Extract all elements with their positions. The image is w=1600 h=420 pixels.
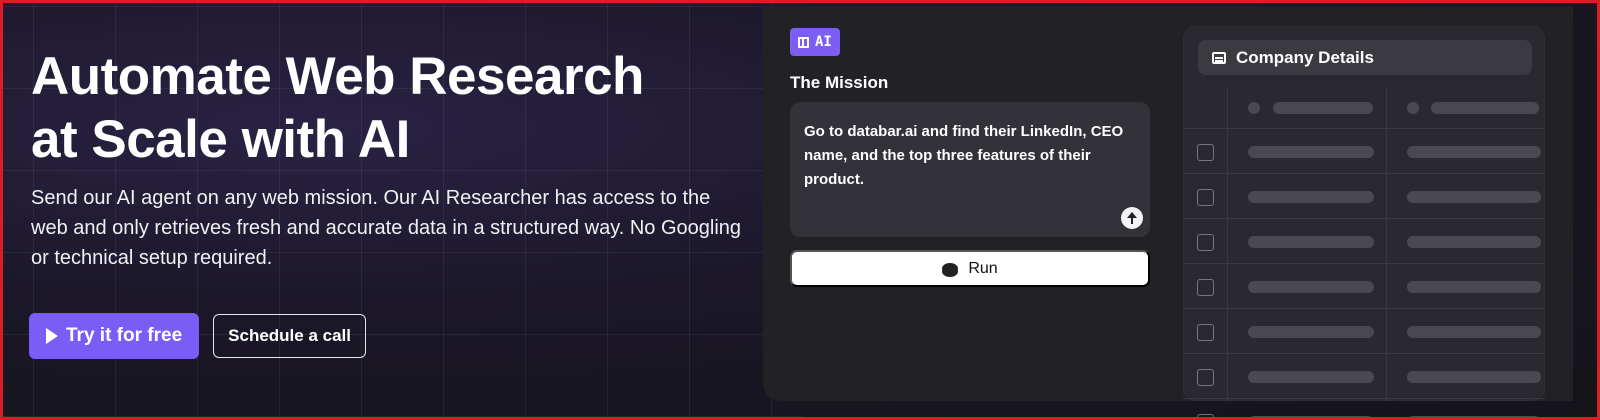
- mission-text: Go to databar.ai and find their LinkedIn…: [804, 123, 1124, 188]
- table-row-divider: [1183, 353, 1545, 354]
- send-arrow-button[interactable]: [1121, 207, 1143, 229]
- column-header-placeholder: [1431, 102, 1539, 114]
- hero-section: Automate Web Research at Scale with AI S…: [31, 45, 771, 273]
- cell-placeholder: [1248, 146, 1374, 158]
- table-icon: [1212, 51, 1226, 64]
- run-label: Run: [968, 259, 998, 277]
- cell-placeholder: [1248, 326, 1374, 338]
- cell-placeholder: [1407, 326, 1541, 338]
- table-row-divider: [1183, 398, 1545, 399]
- row-checkbox[interactable]: [1197, 189, 1214, 206]
- column-header-dot: [1407, 102, 1419, 114]
- ai-badge-label: AI: [815, 34, 832, 50]
- cell-placeholder: [1248, 371, 1374, 383]
- schedule-call-button[interactable]: Schedule a call: [213, 314, 366, 358]
- try-free-label: Try it for free: [66, 325, 183, 346]
- table-row-divider: [1183, 128, 1545, 129]
- row-checkbox[interactable]: [1197, 369, 1214, 386]
- mission-label: The Mission: [790, 73, 889, 92]
- map-icon: [798, 36, 809, 48]
- column-divider: [1227, 88, 1228, 401]
- row-checkbox[interactable]: [1197, 414, 1214, 417]
- table-title: Company Details: [1236, 47, 1374, 67]
- ai-badge: AI: [790, 28, 840, 56]
- table-row-divider: [1183, 308, 1545, 309]
- cta-row: Try it for free Schedule a call: [29, 313, 366, 359]
- play-icon: [46, 328, 58, 344]
- column-divider: [1386, 88, 1387, 401]
- cell-placeholder: [1407, 191, 1541, 203]
- hero-title-line2: at Scale with AI: [31, 110, 410, 169]
- hero-title: Automate Web Research at Scale with AI: [31, 45, 771, 171]
- cell-placeholder: [1407, 371, 1541, 383]
- run-button[interactable]: Run: [790, 250, 1150, 287]
- row-checkbox[interactable]: [1197, 324, 1214, 341]
- column-header-dot: [1248, 102, 1260, 114]
- coins-icon: [942, 263, 959, 274]
- mission-input[interactable]: Go to databar.ai and find their LinkedIn…: [790, 102, 1150, 237]
- cell-placeholder: [1407, 416, 1541, 417]
- cell-placeholder: [1407, 281, 1541, 293]
- row-checkbox[interactable]: [1197, 279, 1214, 296]
- page-frame: Automate Web Research at Scale with AI S…: [0, 0, 1600, 420]
- cell-placeholder: [1248, 416, 1374, 417]
- cell-placeholder: [1407, 146, 1541, 158]
- column-header-placeholder: [1273, 102, 1373, 114]
- table-row-divider: [1183, 218, 1545, 219]
- cell-placeholder: [1248, 281, 1374, 293]
- row-checkbox[interactable]: [1197, 234, 1214, 251]
- try-free-button[interactable]: Try it for free: [29, 313, 200, 359]
- table-row-divider: [1183, 263, 1545, 264]
- hero-title-line1: Automate Web Research: [31, 47, 644, 106]
- cell-placeholder: [1407, 236, 1541, 248]
- table-row-divider: [1183, 173, 1545, 174]
- row-checkbox[interactable]: [1197, 144, 1214, 161]
- company-details-table: Company Details: [1183, 26, 1545, 401]
- hero-subtitle: Send our AI agent on any web mission. Ou…: [31, 187, 742, 269]
- table-header: Company Details: [1198, 40, 1532, 75]
- cell-placeholder: [1248, 236, 1374, 248]
- cell-placeholder: [1248, 191, 1374, 203]
